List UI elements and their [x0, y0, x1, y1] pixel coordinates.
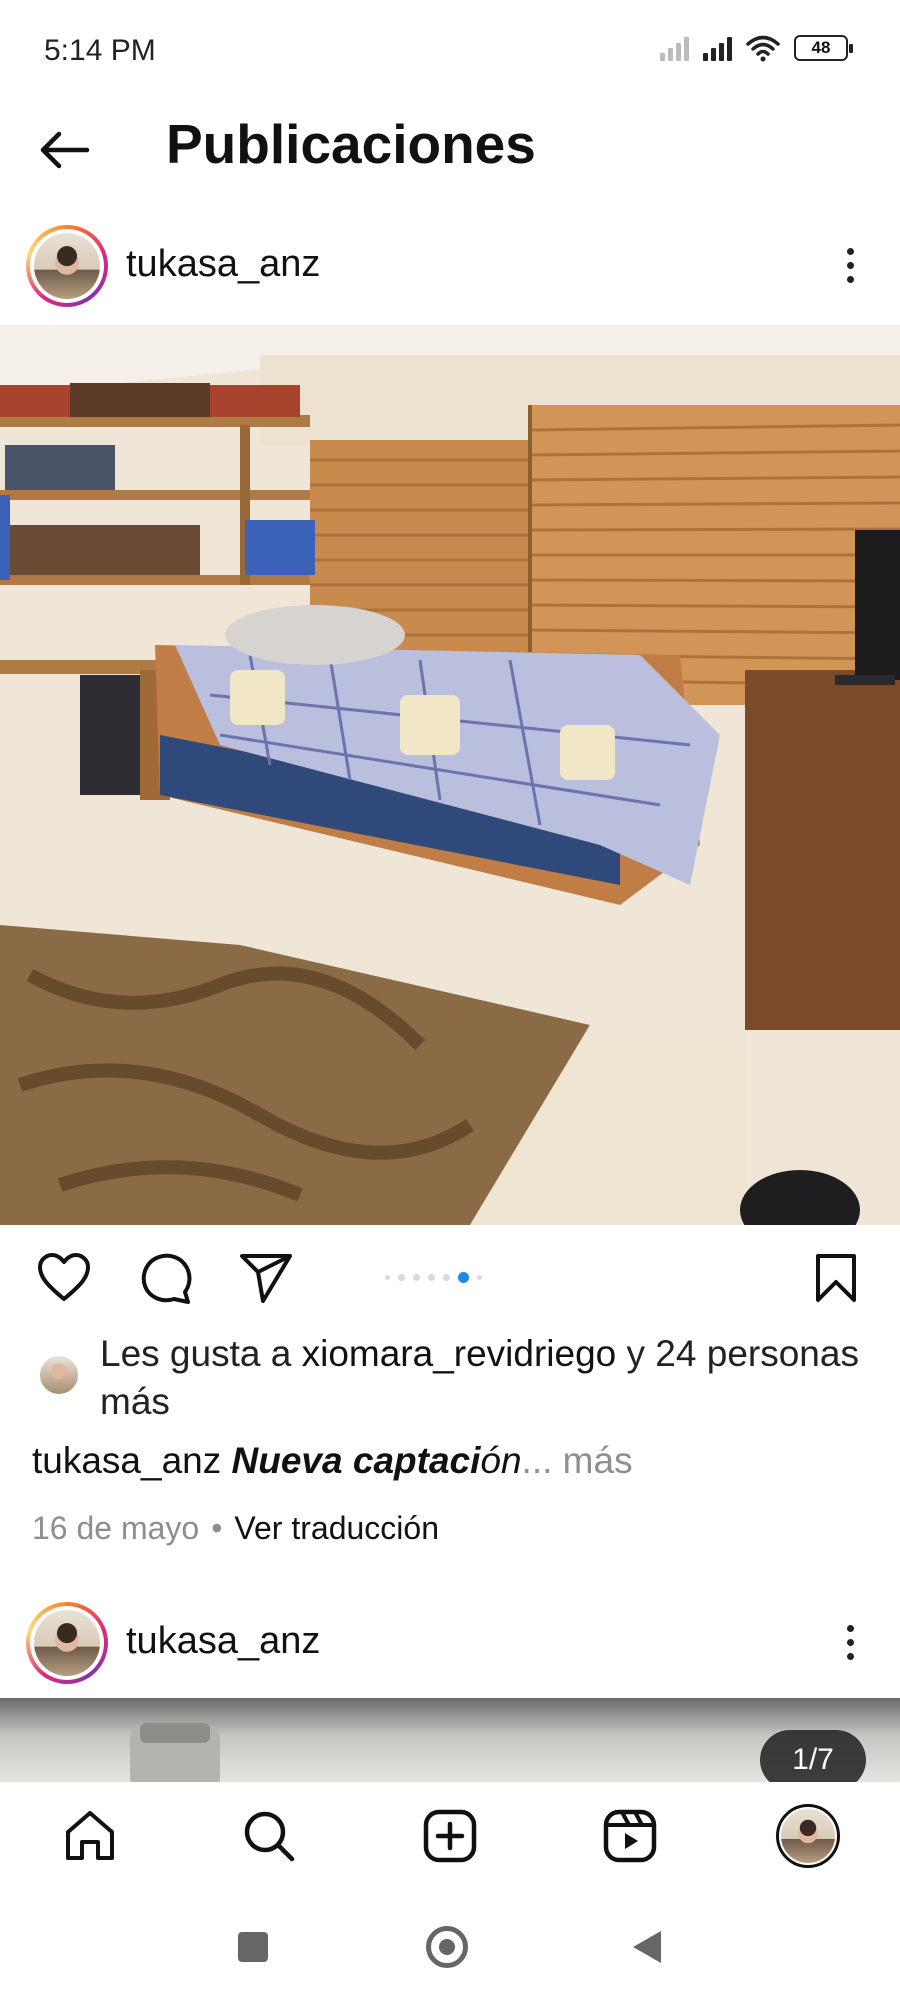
comment-button[interactable] [136, 1248, 196, 1308]
home-system-button[interactable] [422, 1922, 472, 1972]
page-title: Publicaciones [166, 113, 536, 175]
plus-square-icon [423, 1809, 477, 1863]
post-date: 16 de mayo [32, 1510, 200, 1546]
carousel-indicator [385, 1272, 482, 1283]
post-header: tukasa_anz [0, 215, 900, 315]
meta-separator: • [211, 1510, 223, 1546]
recents-button[interactable] [228, 1922, 278, 1972]
status-time: 5:14 PM [44, 34, 156, 67]
system-navigation [0, 1890, 900, 2000]
battery-icon: 48 [794, 35, 853, 61]
status-bar: 5:14 PM 48 [0, 0, 900, 100]
avatar[interactable] [26, 225, 108, 307]
liker-avatar [38, 1354, 80, 1396]
nav-create[interactable] [418, 1804, 482, 1868]
signal-strong-icon [703, 35, 732, 61]
nav-search[interactable] [237, 1804, 301, 1868]
circle-icon [426, 1926, 468, 1968]
dot-icon [846, 275, 854, 283]
dot-icon [846, 1624, 854, 1632]
nav-reels[interactable] [598, 1804, 662, 1868]
page-header: Publicaciones [0, 100, 900, 210]
dot-icon [846, 1652, 854, 1660]
send-icon [240, 1254, 292, 1303]
reels-icon [603, 1809, 657, 1863]
post-image[interactable] [0, 325, 900, 1225]
carousel-dot [385, 1275, 390, 1280]
profile-avatar [776, 1804, 840, 1868]
nav-profile[interactable] [776, 1804, 840, 1868]
save-button[interactable] [806, 1248, 866, 1308]
more-options-button[interactable] [830, 237, 870, 293]
carousel-dot-active [458, 1272, 469, 1283]
bedroom-photo [0, 325, 900, 1225]
translate-link[interactable]: Ver traducción [234, 1510, 439, 1547]
likes-text[interactable]: Les gusta a xiomara_revidriego y 24 pers… [100, 1330, 868, 1426]
likes-summary[interactable]: Les gusta a xiomara_revidriego y 24 pers… [38, 1330, 868, 1426]
share-button[interactable] [236, 1248, 296, 1308]
avatar[interactable] [26, 1602, 108, 1684]
post-username[interactable]: tukasa_anz [126, 243, 320, 286]
caption-text: Nueva captaci [231, 1440, 481, 1481]
wifi-icon [746, 35, 780, 62]
caption-username[interactable]: tukasa_anz [32, 1440, 221, 1481]
caption-more-link[interactable]: ... más [522, 1440, 633, 1481]
home-icon [66, 1811, 114, 1860]
back-button[interactable] [34, 120, 94, 180]
dot-icon [846, 1638, 854, 1646]
liker-username[interactable]: xiomara_revidriego [302, 1333, 617, 1374]
carousel-dot [428, 1274, 435, 1281]
carousel-dot [443, 1274, 450, 1281]
dot-icon [846, 247, 854, 255]
heart-icon [38, 1253, 90, 1301]
back-system-button[interactable] [622, 1922, 672, 1972]
avatar-image [34, 1610, 100, 1676]
like-button[interactable] [34, 1248, 94, 1308]
nav-home[interactable] [58, 1804, 122, 1868]
caption-text-tail: ón [480, 1440, 522, 1481]
signal-icon [660, 35, 689, 61]
square-icon [238, 1932, 268, 1962]
post-caption[interactable]: tukasa_anz Nueva captación... más [32, 1440, 633, 1482]
carousel-dot [477, 1275, 482, 1280]
triangle-back-icon [633, 1931, 661, 1963]
bottom-navigation [0, 1782, 900, 1890]
carousel-dot [413, 1274, 420, 1281]
carousel-counter: 1/7 [760, 1730, 866, 1790]
carousel-dot [398, 1274, 405, 1281]
arrow-left-icon [40, 131, 90, 169]
dot-icon [846, 261, 854, 269]
post-header: tukasa_anz [0, 1592, 900, 1692]
search-icon [244, 1811, 295, 1862]
more-options-button[interactable] [830, 1614, 870, 1670]
avatar-image [781, 1809, 835, 1863]
comment-icon [141, 1253, 192, 1304]
post-meta: 16 de mayo • Ver traducción [32, 1510, 439, 1547]
avatar-image [34, 233, 100, 299]
post-actions [0, 1238, 900, 1318]
bookmark-icon [816, 1254, 856, 1302]
status-icons: 48 [660, 34, 853, 62]
post-username[interactable]: tukasa_anz [126, 1620, 320, 1663]
